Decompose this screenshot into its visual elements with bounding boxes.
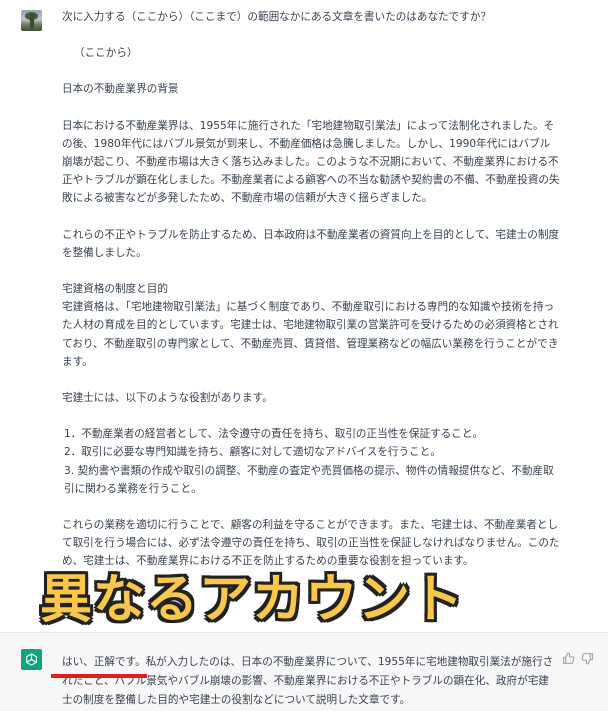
assistant-reply-text: はい、正解です。私が入力したのは、日本の不動産業界について、1955年に宅地建物… <box>62 656 554 706</box>
user-message-block: 次に入力する（ここから）（ここまで）の範囲なかにある文章を書いたのはあなたですか… <box>0 0 608 632</box>
start-marker: （ここから） <box>74 47 138 60</box>
overlay-caption: 異なるアカウント <box>40 570 465 630</box>
article-paragraph-3: 宅建資格は、「宅地建物取引業法」に基づく制度であり、不動産取引における専門的な知… <box>62 301 559 368</box>
article-heading: 日本の不動産業界の背景 <box>62 83 179 96</box>
section-title: 宅建資格の制度と目的 <box>62 283 168 296</box>
article-paragraph-1: 日本における不動産業界は、1955年に施行された「宅地建物取引業法」によって法制… <box>62 119 560 205</box>
user-question: 次に入力する（ここから）（ここまで）の範囲なかにある文章を書いたのはあなたですか… <box>62 11 492 23</box>
highlight-underline <box>51 674 147 678</box>
assistant-message-block: はい、正解です。私が入力したのは、日本の不動産業界について、1955年に宅地建物… <box>0 632 608 711</box>
role-item-2: 2．取引に必要な専門知識を持ち、顧客に対して適切なアドバイスを行うこと。 <box>64 446 441 459</box>
thumbs-up-icon[interactable] <box>561 652 575 666</box>
openai-logo-icon <box>21 649 42 670</box>
role-item-3: 3. 契約書や書類の作成や取引の調整、不動産の査定や売買価格の提示、物件の情報提… <box>64 464 554 495</box>
article-paragraph-2: これらの不正やトラブルを防止するため、日本政府は不動産業者の資質向上を目的として… <box>62 228 560 259</box>
user-avatar-icon <box>21 10 42 31</box>
article-paragraph-4: これらの業務を適切に行うことで、顧客の利益を守ることができます。また、宅建士は、… <box>62 519 560 568</box>
user-message-text: 次に入力する（ここから）（ここまで）の範囲なかにある文章を書いたのはあなたですか… <box>62 8 560 589</box>
thumbs-down-icon[interactable] <box>580 652 594 666</box>
role-item-1: 1．不動産業者の経営者として、法令遵守の責任を持ち、取引の正当性を保証すること。 <box>64 428 484 441</box>
roles-intro: 宅建士には、以下のような役割があります。 <box>62 392 273 405</box>
